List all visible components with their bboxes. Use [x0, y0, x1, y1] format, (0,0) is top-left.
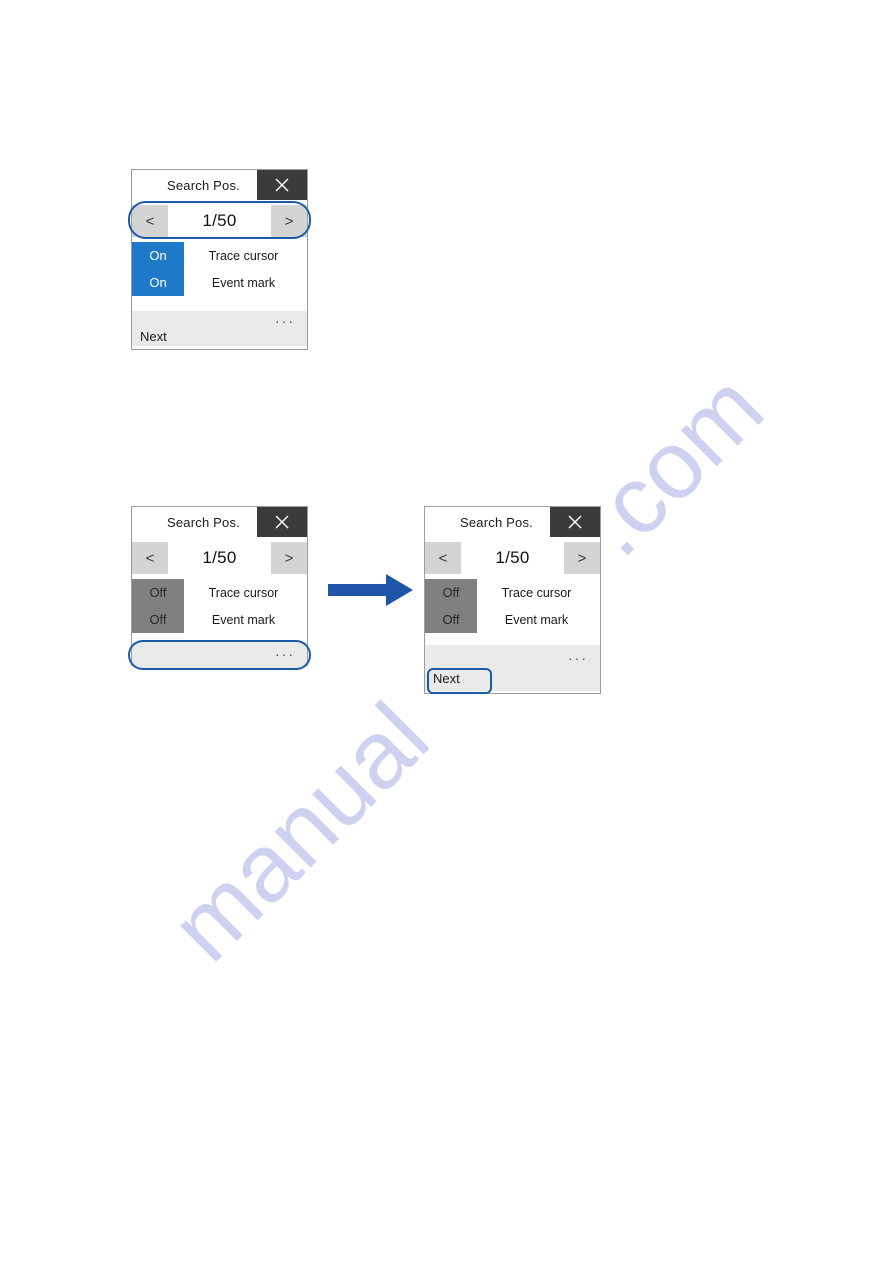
- close-icon: [568, 515, 582, 529]
- watermark-text-bottom: manual: [150, 683, 450, 982]
- panel2-footer[interactable]: ···: [132, 642, 307, 668]
- panel2-title: Search Pos.: [166, 514, 240, 530]
- search-pos-panel-off-after: Search Pos. < 1/50 > Off Off Trace curso…: [424, 506, 601, 694]
- panel1-event-mark-label: Event mark: [211, 275, 276, 290]
- panel3-label-column: Trace cursor Event mark: [477, 579, 600, 633]
- panel2-state-column: Off Off: [132, 579, 184, 633]
- panel2-prev-button[interactable]: <: [132, 542, 168, 574]
- panel1-event-mark-toggle[interactable]: On: [132, 269, 184, 296]
- panel2-close-button[interactable]: [257, 507, 307, 537]
- panel3-next-button[interactable]: >: [564, 542, 600, 574]
- panel3-position-value: 1/50: [495, 548, 530, 567]
- panel2-titlebar: Search Pos.: [132, 507, 307, 537]
- panel3-titlebar: Search Pos.: [425, 507, 600, 537]
- panel3-trace-cursor-toggle[interactable]: Off: [425, 579, 477, 606]
- panel2-event-mark-label: Event mark: [211, 612, 276, 627]
- panel3-trace-cursor-label: Trace cursor: [501, 585, 572, 600]
- panel1-state-column: On On: [132, 242, 184, 296]
- panel3-footer: ··· Next: [425, 645, 600, 691]
- panel1-next-button[interactable]: >: [271, 205, 307, 237]
- panel1-footer[interactable]: ··· Next: [132, 311, 307, 346]
- panel2-trace-cursor-toggle[interactable]: Off: [132, 579, 184, 606]
- panel2-label-column: Trace cursor Event mark: [184, 579, 307, 633]
- panel1-nav-row: < 1/50 >: [132, 200, 307, 242]
- panel3-state-column: Off Off: [425, 579, 477, 633]
- panel3-event-mark-toggle[interactable]: Off: [425, 606, 477, 633]
- panel1-position-value: 1/50: [202, 211, 237, 230]
- panel3-more-dots-icon[interactable]: ···: [568, 651, 588, 665]
- panel2-options: Off Off Trace cursor Event mark: [132, 579, 307, 633]
- panel1-titlebar: Search Pos.: [132, 170, 307, 200]
- panel1-trace-cursor-toggle[interactable]: On: [132, 242, 184, 269]
- panel2-position-value: 1/50: [202, 548, 237, 567]
- panel1-next-label[interactable]: Next: [140, 329, 167, 344]
- panel3-options: Off Off Trace cursor Event mark: [425, 579, 600, 633]
- panel2-event-mark-toggle[interactable]: Off: [132, 606, 184, 633]
- panel3-next-label[interactable]: Next: [433, 671, 460, 686]
- close-icon: [275, 515, 289, 529]
- panel1-label-column: Trace cursor Event mark: [184, 242, 307, 296]
- panel1-prev-button[interactable]: <: [132, 205, 168, 237]
- search-pos-panel-off-before: Search Pos. < 1/50 > Off Off Trace curso…: [131, 506, 308, 668]
- panel3-nav-row: < 1/50 >: [425, 537, 600, 579]
- flow-arrow-right: [328, 574, 413, 606]
- search-pos-panel-on-state: Search Pos. < 1/50 > On On Trace cursor …: [131, 169, 308, 350]
- panel3-title: Search Pos.: [459, 514, 533, 530]
- panel2-more-dots-icon[interactable]: ···: [275, 647, 295, 661]
- panel1-more-dots-icon[interactable]: ···: [275, 314, 295, 328]
- panel3-prev-button[interactable]: <: [425, 542, 461, 574]
- panel1-trace-cursor-label: Trace cursor: [208, 248, 279, 263]
- panel1-title: Search Pos.: [166, 177, 240, 193]
- panel2-trace-cursor-label: Trace cursor: [208, 585, 279, 600]
- panel2-next-button[interactable]: >: [271, 542, 307, 574]
- panel2-nav-row: < 1/50 >: [132, 537, 307, 579]
- panel1-options: On On Trace cursor Event mark: [132, 242, 307, 296]
- panel3-close-button[interactable]: [550, 507, 600, 537]
- panel3-event-mark-label: Event mark: [504, 612, 569, 627]
- close-icon: [275, 178, 289, 192]
- panel1-close-button[interactable]: [257, 170, 307, 200]
